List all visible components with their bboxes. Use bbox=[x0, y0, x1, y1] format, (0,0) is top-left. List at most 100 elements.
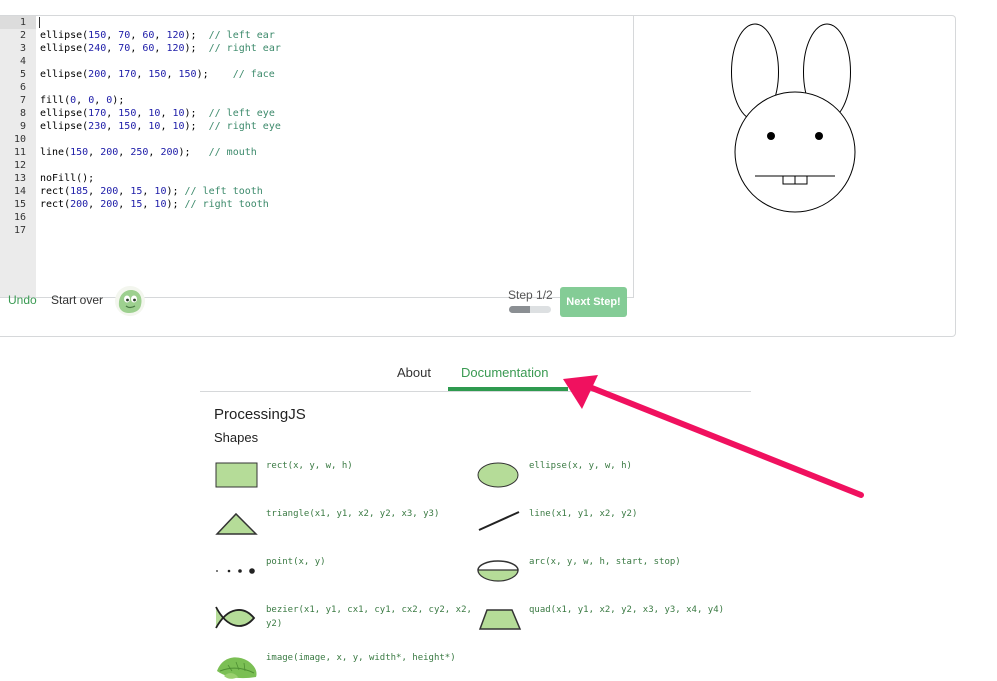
avatar-icon bbox=[115, 286, 145, 316]
code-line[interactable]: ellipse(240, 70, 60, 120); // right ear bbox=[40, 42, 633, 55]
code-token: fill( bbox=[40, 95, 71, 106]
line-number: 17 bbox=[13, 225, 26, 236]
code-token: ellipse( bbox=[40, 30, 89, 41]
code-comment: // left tooth bbox=[184, 186, 263, 197]
line-number: 9 bbox=[19, 121, 26, 132]
code-line[interactable]: ellipse(150, 70, 60, 120); // left ear bbox=[40, 29, 633, 42]
code-comment: // face bbox=[232, 69, 275, 80]
code-token: , bbox=[106, 43, 119, 54]
code-line[interactable]: ellipse(200, 170, 150, 150); // face bbox=[40, 68, 633, 81]
ellipse-icon bbox=[477, 462, 519, 488]
code-number: 240 bbox=[88, 43, 107, 54]
code-number: 200 bbox=[160, 147, 179, 158]
code-line[interactable]: line(150, 200, 250, 200); // mouth bbox=[40, 146, 633, 159]
code-token: , bbox=[118, 147, 131, 158]
docs-title: ProcessingJS bbox=[214, 406, 306, 423]
code-token: ellipse( bbox=[40, 121, 89, 132]
point-function-link[interactable]: point(x, y) bbox=[266, 555, 326, 569]
code-token: ellipse( bbox=[40, 69, 89, 80]
code-token: , bbox=[118, 186, 131, 197]
code-token: , bbox=[106, 69, 119, 80]
triangle-function-link[interactable]: triangle(x1, y1, x2, y2, x3, y3) bbox=[266, 507, 439, 521]
code-line[interactable] bbox=[40, 211, 633, 224]
code-token: , bbox=[136, 69, 149, 80]
line-number: 2 bbox=[19, 30, 26, 41]
point-icon bbox=[216, 568, 255, 574]
step-progress-fill bbox=[509, 306, 530, 313]
line-number: 8 bbox=[19, 108, 26, 119]
code-line[interactable] bbox=[40, 159, 633, 172]
code-line[interactable]: noFill(); bbox=[40, 172, 633, 185]
tab-documentation[interactable]: Documentation bbox=[461, 365, 548, 380]
left-eye bbox=[767, 132, 775, 140]
line-number: 13 bbox=[13, 173, 26, 184]
code-comment: // right ear bbox=[208, 43, 281, 54]
quad-function-link[interactable]: quad(x1, y1, x2, y2, x3, y3, x4, y4) bbox=[529, 603, 724, 617]
code-token: , bbox=[148, 147, 161, 158]
code-token: , bbox=[160, 108, 173, 119]
image-function-link[interactable]: image(image, x, y, width*, height*) bbox=[266, 651, 456, 665]
line-number: 1 bbox=[0, 16, 36, 29]
code-token: , bbox=[166, 69, 179, 80]
line-number: 6 bbox=[19, 82, 26, 93]
line-number: 10 bbox=[13, 134, 26, 145]
ellipse-function-link[interactable]: ellipse(x, y, w, h) bbox=[529, 459, 632, 473]
code-number: 150 bbox=[88, 30, 107, 41]
code-token: , bbox=[88, 186, 101, 197]
step-label: Step 1/2 bbox=[508, 288, 553, 302]
code-editor[interactable]: 1 2 3 4 5 6 7 8 9 10 11 12 13 14 15 16 17 ellipse(150, 7… bbox=[0, 16, 634, 298]
code-line[interactable]: rect(185, 200, 15, 10); // left tooth bbox=[40, 185, 633, 198]
code-number: 70 bbox=[118, 43, 131, 54]
code-line[interactable]: rect(200, 200, 15, 10); // right tooth bbox=[40, 198, 633, 211]
line-icon bbox=[478, 511, 520, 531]
code-line[interactable] bbox=[40, 81, 633, 94]
code-number: 150 bbox=[70, 147, 89, 158]
code-token: ellipse( bbox=[40, 108, 89, 119]
code-number: 170 bbox=[88, 108, 107, 119]
code-number: 200 bbox=[100, 147, 119, 158]
undo-button[interactable]: Undo bbox=[8, 293, 37, 307]
code-number: 150 bbox=[148, 69, 167, 80]
code-number: 10 bbox=[154, 199, 167, 210]
code-token: ); bbox=[184, 108, 209, 119]
code-token: , bbox=[142, 186, 155, 197]
code-token: , bbox=[142, 199, 155, 210]
code-token: line( bbox=[40, 147, 71, 158]
code-comment: // mouth bbox=[208, 147, 257, 158]
code-line[interactable] bbox=[40, 55, 633, 68]
code-number: 200 bbox=[88, 69, 107, 80]
start-over-button[interactable]: Start over bbox=[51, 293, 103, 307]
code-line[interactable]: fill(0, 0, 0); bbox=[40, 94, 633, 107]
next-step-button[interactable]: Next Step! bbox=[560, 287, 627, 317]
code-line[interactable] bbox=[40, 133, 633, 146]
arc-function-link[interactable]: arc(x, y, w, h, start, stop) bbox=[529, 555, 681, 569]
code-token: noFill(); bbox=[40, 173, 95, 184]
code-number: 150 bbox=[178, 69, 197, 80]
code-comment: // right tooth bbox=[184, 199, 269, 210]
code-line[interactable]: ellipse(170, 150, 10, 10); // left eye bbox=[40, 107, 633, 120]
code-token: , bbox=[88, 199, 101, 210]
code-content[interactable]: ellipse(150, 70, 60, 120); // left ear el… bbox=[40, 16, 633, 237]
code-token: ); bbox=[166, 199, 185, 210]
bezier-icon bbox=[215, 606, 256, 629]
code-number: 250 bbox=[130, 147, 149, 158]
line-number: 5 bbox=[19, 69, 26, 80]
code-number: 15 bbox=[130, 199, 143, 210]
code-line[interactable] bbox=[40, 16, 633, 29]
code-line[interactable] bbox=[40, 224, 633, 237]
code-number: 10 bbox=[148, 108, 161, 119]
doc-tabs: About Documentation bbox=[200, 356, 751, 392]
rect-function-link[interactable]: rect(x, y, w, h) bbox=[266, 459, 353, 473]
bezier-function-link[interactable]: bezier(x1, y1, cx1, cy1, cx2, cy2, x2, y… bbox=[266, 603, 472, 631]
code-token: , bbox=[118, 199, 131, 210]
code-token: ); bbox=[166, 186, 185, 197]
code-token: , bbox=[136, 108, 149, 119]
code-number: 120 bbox=[166, 43, 185, 54]
code-line[interactable]: ellipse(230, 150, 10, 10); // right eye bbox=[40, 120, 633, 133]
triangle-icon bbox=[215, 512, 258, 535]
code-token: , bbox=[106, 121, 119, 132]
code-token: , bbox=[154, 43, 167, 54]
tab-about[interactable]: About bbox=[397, 365, 431, 380]
line-function-link[interactable]: line(x1, y1, x2, y2) bbox=[529, 507, 637, 521]
docs-section-title: Shapes bbox=[214, 430, 259, 445]
